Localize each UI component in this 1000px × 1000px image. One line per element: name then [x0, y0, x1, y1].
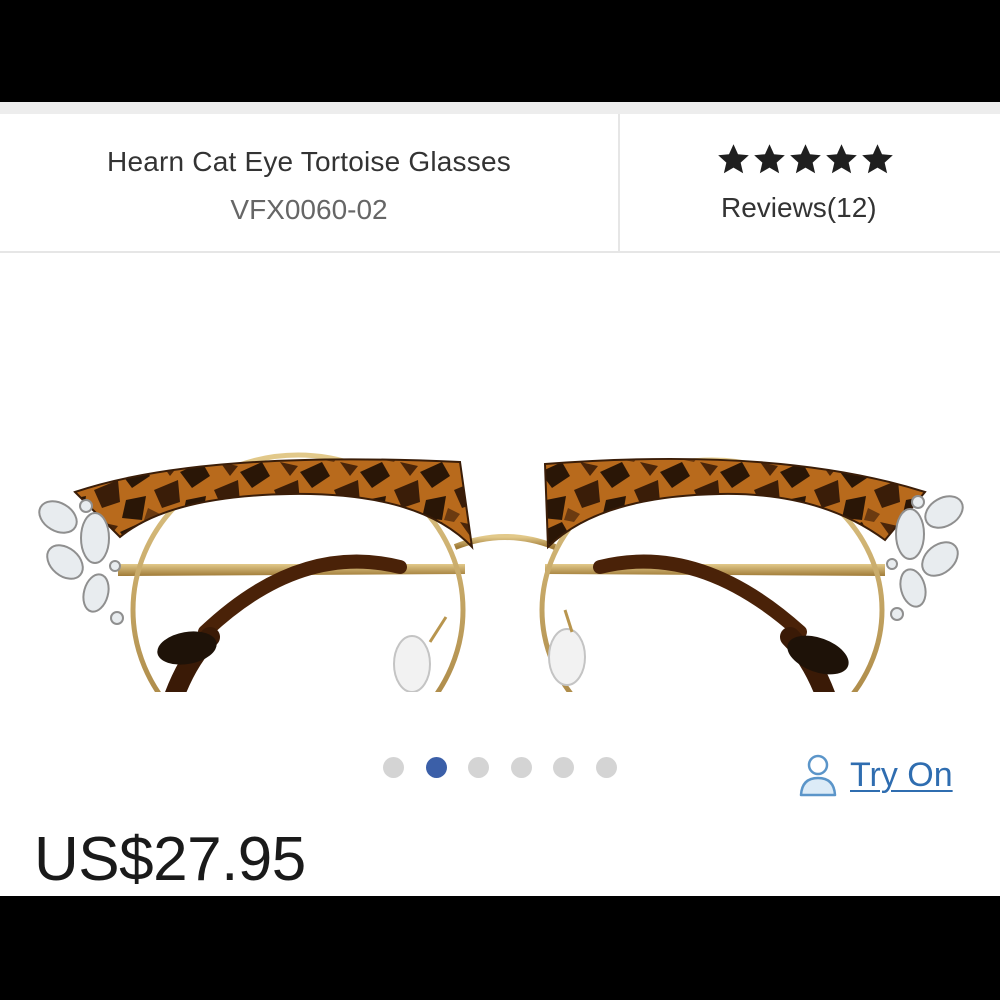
star-icon: [790, 144, 821, 174]
product-title-block: Hearn Cat Eye Tortoise Glasses VFX0060-0…: [0, 114, 618, 251]
product-price: US$27.95: [34, 825, 306, 894]
rating-block[interactable]: Reviews(12): [620, 114, 1000, 251]
star-icon: [754, 144, 785, 174]
star-icon: [862, 144, 893, 174]
temple-arms: [118, 554, 885, 692]
carousel-dot[interactable]: [383, 757, 404, 778]
carousel-dot[interactable]: [595, 757, 617, 778]
header-strip: [0, 102, 1000, 114]
try-on-button[interactable]: Try On: [798, 753, 953, 797]
nose-pads: [393, 609, 586, 692]
top-black-bar: [0, 0, 1000, 102]
carousel-dot[interactable]: [553, 757, 574, 778]
product-info-row: Hearn Cat Eye Tortoise Glasses VFX0060-0…: [0, 114, 1000, 253]
person-icon: [799, 754, 837, 797]
temple-tips: [157, 631, 849, 675]
product-name: Hearn Cat Eye Tortoise Glasses: [107, 146, 511, 177]
star-icon: [718, 144, 749, 174]
product-image[interactable]: [0, 342, 1000, 692]
try-on-label[interactable]: Try On: [850, 756, 953, 795]
carousel-dot[interactable]: [510, 757, 532, 778]
carousel-dot[interactable]: [468, 757, 489, 778]
carousel-dots: [383, 757, 617, 778]
product-page: Hearn Cat Eye Tortoise Glasses VFX0060-0…: [0, 102, 1000, 896]
carousel-dot-active[interactable]: [425, 757, 447, 778]
star-rating: [716, 142, 895, 177]
reviews-link[interactable]: Reviews(12): [721, 192, 877, 224]
star-icon: [826, 144, 857, 174]
brow-bars: [73, 457, 927, 550]
bottom-black-bar: [0, 896, 1000, 1000]
product-sku: VFX0060-02: [230, 194, 388, 225]
